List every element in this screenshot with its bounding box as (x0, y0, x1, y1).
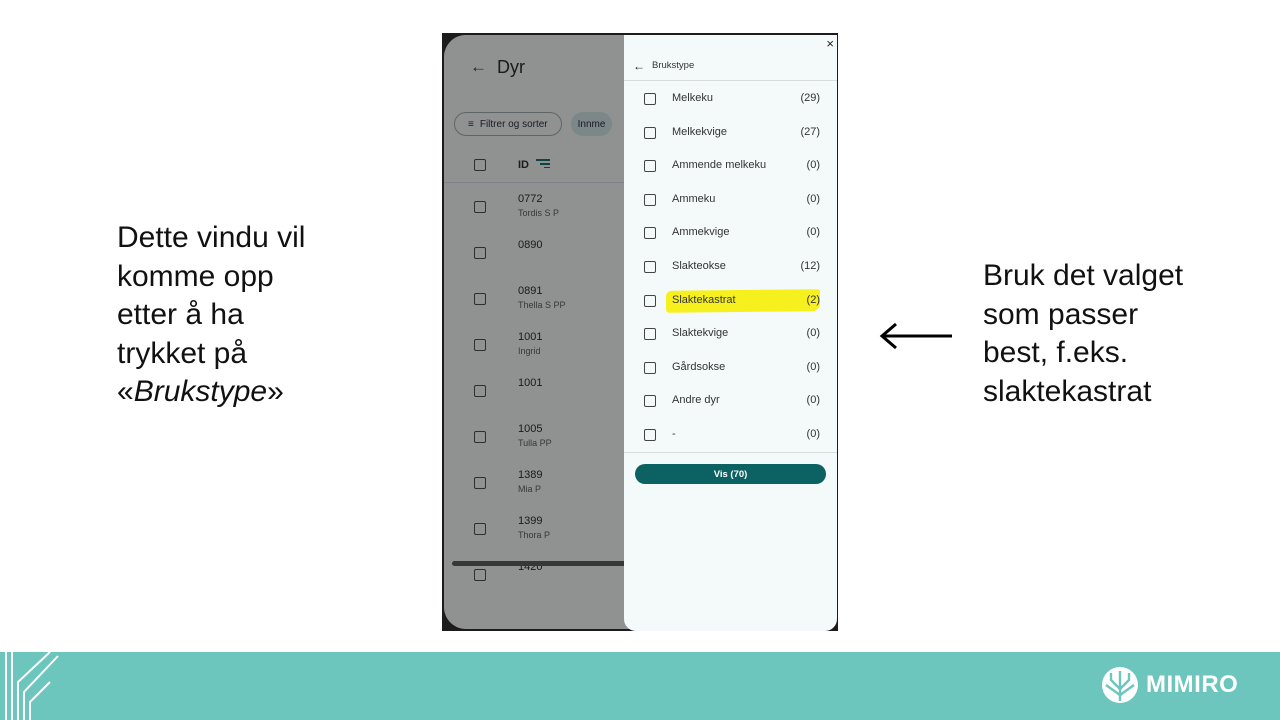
option-count: (2) (806, 293, 820, 306)
right-text-line-2: som passer (983, 297, 1139, 331)
brukstype-option[interactable]: - (0) (624, 420, 837, 450)
brukstype-option[interactable]: Ammekvige (0) (624, 218, 837, 248)
left-text-line-2: komme opp (117, 259, 274, 293)
close-quote: » (267, 375, 284, 408)
option-checkbox[interactable] (644, 361, 656, 374)
mimiro-tree-icon (1102, 667, 1138, 703)
open-quote: « (117, 375, 134, 408)
brukstype-option[interactable]: Melkeku (29) (624, 84, 837, 114)
option-label: Melkeku (672, 92, 713, 104)
option-checkbox[interactable] (644, 395, 656, 408)
option-label: Slaktekastrat (672, 293, 736, 306)
option-label: Slaktekvige (672, 327, 729, 340)
left-text-line-5: «Brukstype» (117, 373, 397, 412)
option-count: (29) (800, 92, 820, 104)
right-text-line-1: Bruk det valget (983, 259, 1184, 292)
option-checkbox[interactable] (644, 328, 656, 341)
option-checkbox[interactable] (644, 193, 656, 206)
option-checkbox[interactable] (644, 261, 656, 273)
close-icon[interactable]: × (826, 36, 834, 51)
footer-band (0, 652, 1280, 720)
option-label: Ammende melkeku (672, 159, 767, 172)
brukstype-option[interactable]: Slaktekvige (0) (624, 319, 837, 349)
panel-divider (624, 452, 837, 453)
right-text-line-4: slaktekastrat (983, 374, 1152, 408)
option-label: - (672, 428, 676, 440)
brukstype-filter-panel: × ← Brukstype Melkeku (29) Melkekvige (27) A… (624, 35, 837, 631)
show-results-button[interactable]: Vis (70) (635, 464, 826, 484)
right-text-line-3: best, f.eks. (983, 336, 1129, 369)
left-arrow-icon (879, 322, 952, 350)
panel-title: Brukstype (652, 60, 695, 71)
panel-back-arrow-icon[interactable]: ← (633, 59, 645, 73)
mimiro-logo: MIMIRO (1100, 665, 1238, 705)
option-label: Gårdsokse (672, 360, 726, 373)
option-label: Ammeku (672, 192, 716, 205)
option-count: (12) (800, 260, 820, 272)
brukstype-option[interactable]: Slaktekastrat (2) (624, 286, 837, 316)
brukstype-option[interactable]: Andre dyr (0) (624, 386, 837, 416)
brukstype-option[interactable]: Ammeku (0) (624, 185, 837, 215)
left-text-line-4: trykket på (117, 336, 248, 370)
panel-header: ← Brukstype (624, 51, 837, 81)
left-text-line-1: Dette vindu vil (117, 221, 306, 254)
option-checkbox[interactable] (644, 227, 656, 240)
option-label: Andre dyr (672, 394, 720, 407)
slide: Dette vindu vil komme opp etter å ha try… (0, 0, 1280, 720)
option-count: (0) (806, 360, 820, 373)
brukstype-option[interactable]: Gårdsokse (0) (624, 353, 837, 383)
option-count: (0) (806, 159, 820, 172)
option-count: (0) (806, 327, 820, 340)
brukstype-option[interactable]: Ammende melkeku (0) (624, 151, 837, 181)
option-count: (0) (806, 226, 820, 239)
option-label: Slakteokse (672, 260, 726, 272)
option-count: (27) (800, 125, 820, 138)
left-text-line-3: etter å ha (117, 298, 244, 331)
option-count: (0) (806, 428, 820, 440)
brand-name: MIMIRO (1146, 671, 1239, 698)
brukstype-option[interactable]: Slakteokse (12) (624, 252, 837, 282)
option-count: (0) (806, 394, 820, 407)
option-checkbox[interactable] (644, 294, 656, 307)
option-checkbox[interactable] (644, 126, 656, 139)
brukstype-option[interactable]: Melkekvige (27) (624, 118, 837, 148)
option-checkbox[interactable] (644, 93, 656, 105)
option-checkbox[interactable] (644, 429, 656, 441)
option-label: Ammekvige (672, 226, 730, 239)
option-checkbox[interactable] (644, 160, 656, 173)
option-count: (0) (806, 192, 820, 205)
circuit-lines-decoration (5, 652, 59, 720)
left-explanation-text: Dette vindu vil komme opp etter å ha try… (117, 219, 397, 412)
option-label: Melkekvige (672, 125, 728, 138)
brukstype-term: Brukstype (133, 375, 268, 408)
right-instruction-text: Bruk det valget som passer best, f.eks. … (983, 257, 1243, 411)
